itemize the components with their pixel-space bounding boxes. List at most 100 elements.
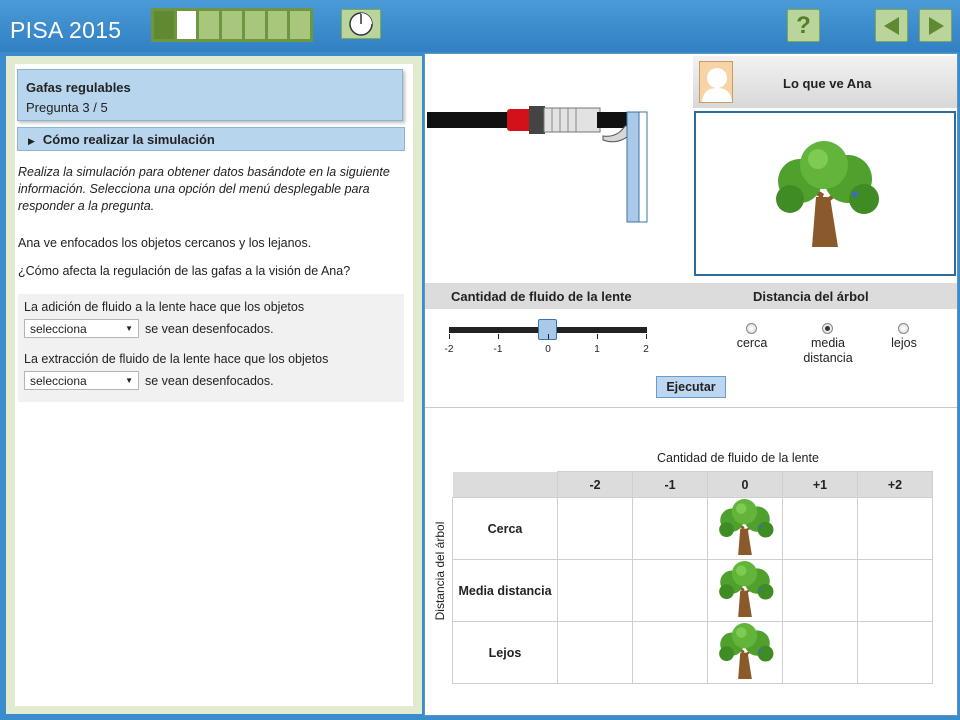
divider [425,407,957,408]
radio-label-media-distancia: media distancia [803,336,853,365]
progress-bar [151,8,313,42]
results-row-axis: Distancia del árbol [433,521,447,621]
results-col-header: -2 [557,471,633,498]
clock-icon [349,12,373,36]
slider-tick [597,334,598,339]
progress-step [290,11,311,39]
fluid-label: Cantidad de fluido de la lente [451,289,632,304]
progress-step [267,11,288,39]
avatar [699,61,733,103]
results-cell [782,621,858,684]
tree-image [776,140,879,247]
results-col-header: -1 [632,471,708,498]
radio-cerca[interactable] [746,323,757,334]
progress-step [244,11,265,39]
results-cell [557,497,633,560]
radio-label-cerca: cerca [736,336,768,350]
question-panel: Gafas regulables Pregunta 3 / 5 ▶ Cómo re… [6,56,422,714]
answer-area: La adición de fluido a la lente hace que… [18,294,404,402]
results-cell [782,559,858,622]
top-bar: PISA 2015 ? [0,0,960,52]
answer-suffix-2: se vean desenfocados. [145,373,274,388]
results-col-header: +2 [857,471,933,498]
answer-text-2: La extracción de fluido de la lente hace… [24,352,329,366]
tree-icon [719,499,774,555]
table-row: Lejos [452,621,933,684]
answer-select-value: selecciona [30,373,87,388]
table-row: Media distancia [452,559,933,622]
results-cell-tree [707,621,783,684]
results-row-header: Lejos [452,621,558,684]
view-title: Lo que ve Ana [783,76,872,91]
slider-tick-label: 2 [643,344,649,355]
results-col-header: +1 [782,471,858,498]
slider-tick [548,334,549,339]
radio-label-lejos: lejos [891,336,917,350]
table-row: Cerca [452,497,933,560]
tree-icon [719,623,774,679]
results-cell [632,497,708,560]
slider-tick-label: -1 [493,344,503,355]
tree-icon [719,561,774,617]
answer-select-1[interactable]: selecciona ▼ [24,319,139,338]
triangle-right-icon: ▶ [28,136,35,146]
howto-label: Cómo realizar la simulación [42,132,215,147]
results-cell-tree [707,497,783,560]
instructions-text: Realiza la simulación para obtener datos… [18,165,390,213]
results-cell [557,621,633,684]
question-number: Pregunta 3 / 5 [26,100,108,115]
question-header: Gafas regulables Pregunta 3 / 5 [17,69,403,121]
previous-button[interactable] [875,9,908,42]
results-corner [452,471,558,498]
results-title: Cantidad de fluido de la lente [657,451,819,465]
results-cell [632,621,708,684]
results-cell-tree [707,559,783,622]
person-icon [700,62,732,102]
results-row-header: Cerca [452,497,558,560]
timer-button[interactable] [341,9,381,39]
help-button[interactable]: ? [787,9,820,42]
dropdown-arrow-icon: ▼ [125,376,133,385]
next-button[interactable] [919,9,952,42]
slider-tick [646,334,647,339]
results-cell [557,559,633,622]
simulation-panel: Lo que ve Ana Cantidad de fluido de la l… [424,53,958,716]
answer-select-value: selecciona [30,321,87,336]
answer-text-1: La adición de fluido a la lente hace que… [24,300,305,314]
question-content: Gafas regulables Pregunta 3 / 5 ▶ Cómo re… [15,64,413,706]
slider-tick-label: 0 [545,344,551,355]
arrow-right-icon [928,16,944,35]
results-row-header: Media distancia [452,559,558,622]
view-header: Lo que ve Ana [693,56,957,108]
question-prompt: ¿Cómo afecta la regulación de las gafas … [18,264,351,278]
controls-header: Cantidad de fluido de la lente Distancia… [425,283,957,309]
results-table: -2 -1 0 +1 +2 Cerca Media distancia Lejo… [452,471,933,684]
radio-lejos[interactable] [898,323,909,334]
statement-text: Ana ve enfocados los objetos cercanos y … [18,236,312,250]
slider-tick [449,334,450,339]
arrow-left-icon [883,16,899,35]
distance-label: Distancia del árbol [753,289,869,304]
progress-step [154,11,174,39]
results-cell [632,559,708,622]
progress-step [199,11,220,39]
progress-step [222,11,242,39]
slider-tick [498,334,499,339]
glasses-illustration [427,106,648,223]
progress-step [176,11,197,39]
results-cell [782,497,858,560]
answer-select-2[interactable]: selecciona ▼ [24,371,139,390]
radio-media-distancia[interactable] [822,323,833,334]
howto-toggle[interactable]: ▶ Cómo realizar la simulación [17,127,405,151]
run-button[interactable]: Ejecutar [656,376,726,398]
slider-tick-label: -2 [444,344,454,355]
dropdown-arrow-icon: ▼ [125,324,133,333]
ana-view [694,111,956,276]
brand-title: PISA 2015 [10,17,122,43]
results-cell [857,497,933,560]
question-title: Gafas regulables [26,80,131,95]
slider-tick-label: 1 [594,344,600,355]
answer-suffix-1: se vean desenfocados. [145,321,274,336]
results-cell [857,621,933,684]
results-cell [857,559,933,622]
